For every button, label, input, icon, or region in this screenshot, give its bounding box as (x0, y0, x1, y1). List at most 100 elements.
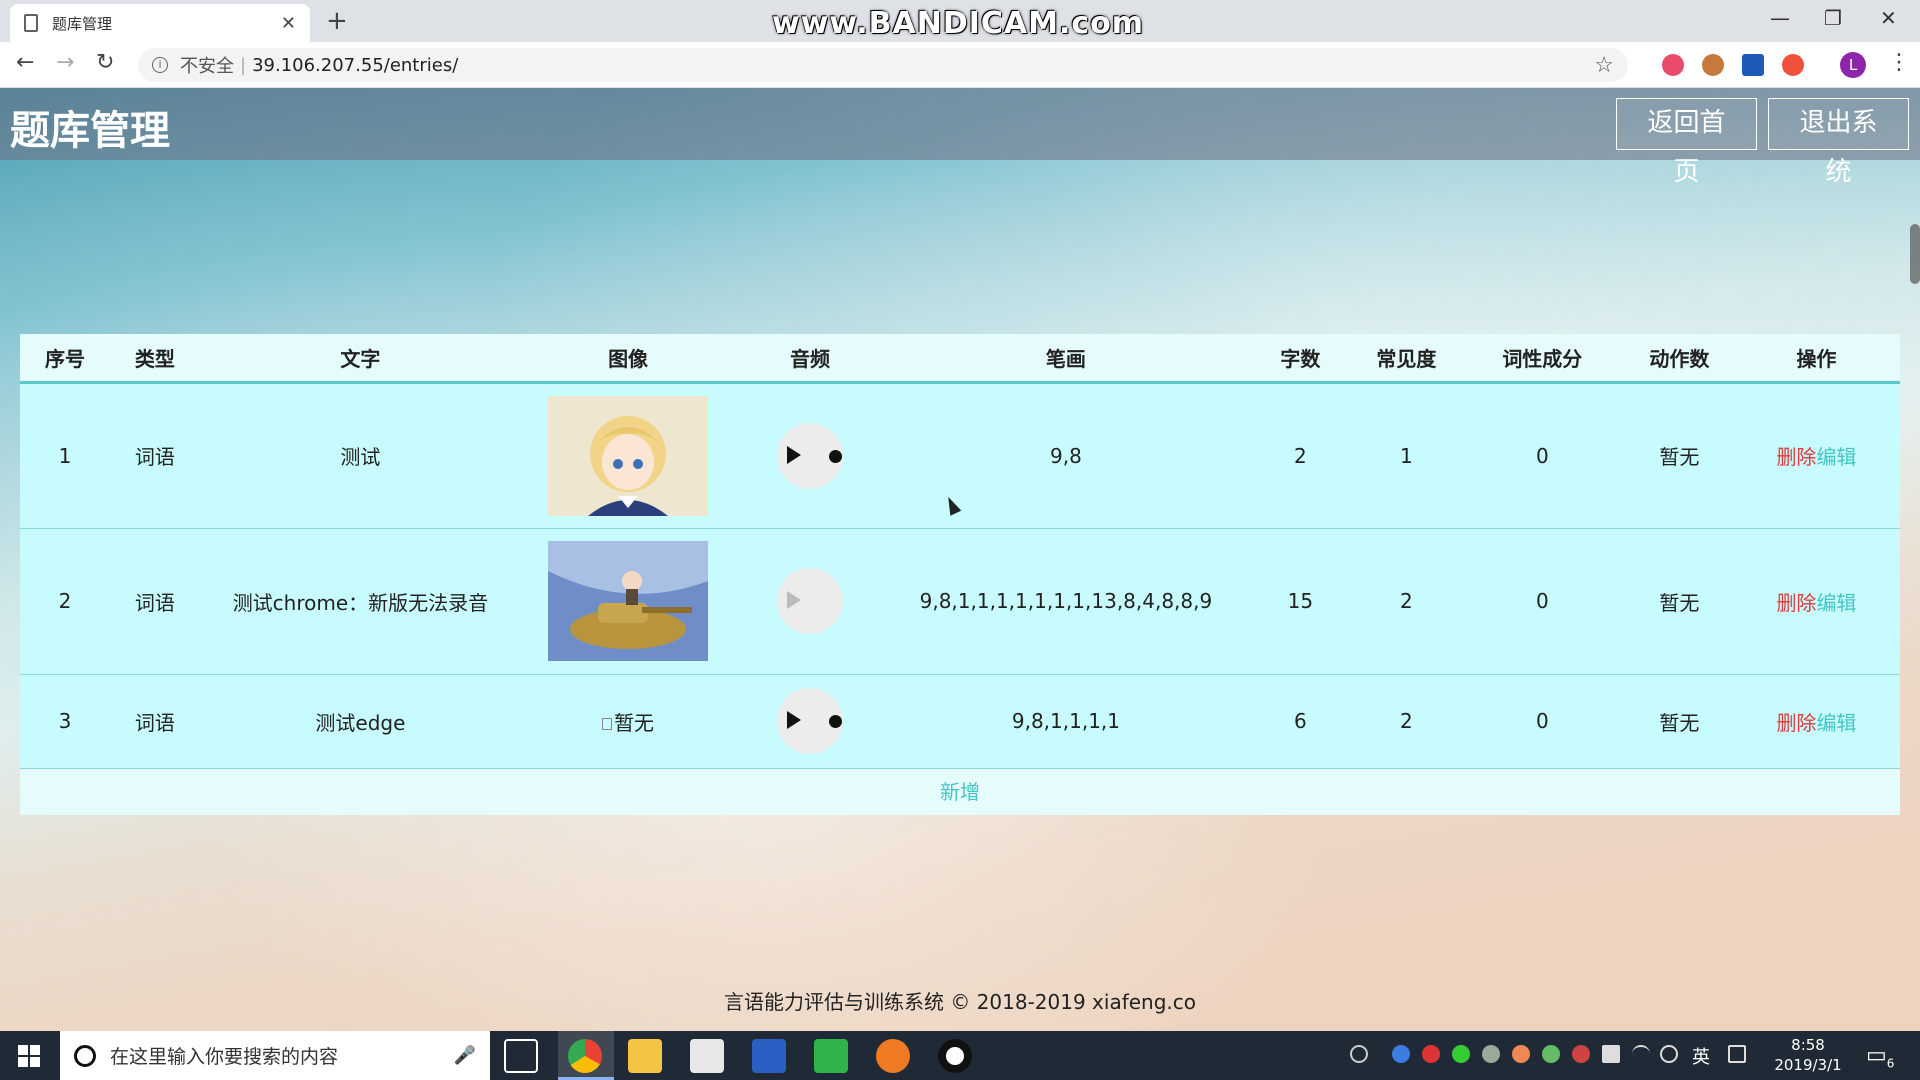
mail-icon[interactable] (690, 1039, 724, 1073)
record-icon[interactable] (829, 449, 843, 463)
security-shield-icon[interactable] (1422, 1045, 1440, 1063)
site-header: 题库管理 返回首页 退出系统 (0, 88, 1920, 187)
wifi-icon[interactable] (1632, 1045, 1650, 1063)
windows-start-icon[interactable] (18, 1045, 40, 1067)
keyboard-grid-icon[interactable] (1728, 1045, 1746, 1063)
home-button[interactable]: 返回首页 (1616, 98, 1757, 187)
cell-type: 词语 (109, 528, 200, 675)
entry-image-anime-girl (548, 395, 709, 516)
cell-index: 3 (20, 674, 110, 769)
cell-text: 测试 (199, 382, 522, 529)
back-icon[interactable]: ← (16, 50, 34, 75)
cell-actions: 暂无 (1625, 674, 1733, 769)
omnibox[interactable]: i 不安全 | 39.106.207.55/entries/ ☆ (138, 48, 1628, 82)
security-label: 不安全 (180, 56, 234, 77)
forward-icon[interactable]: → (56, 50, 74, 75)
col-header: 文字 (199, 334, 522, 384)
extension-blue-icon[interactable] (1742, 54, 1764, 76)
tray-green-icon[interactable] (1452, 1045, 1470, 1063)
taskbar-search-placeholder: 在这里输入你要搜索的内容 (110, 1046, 339, 1068)
cell-frequency: 1 (1353, 382, 1459, 529)
page-viewport: 题库管理 返回首页 退出系统 序号 类型 文字 图像 音频 笔画 字数 常见度 … (0, 88, 1920, 1031)
microphone-icon[interactable]: 🎤 (454, 1045, 476, 1066)
logout-button[interactable]: 退出系统 (1768, 98, 1909, 187)
col-header: 词性成分 (1458, 334, 1626, 384)
tray-speaker-icon[interactable] (1512, 1045, 1530, 1063)
col-header: 类型 (109, 334, 200, 384)
audio-player[interactable] (777, 688, 844, 754)
edit-link[interactable]: 编辑 (1816, 445, 1856, 469)
tray-app-icon[interactable] (1392, 1045, 1410, 1063)
powershell-icon[interactable] (752, 1039, 786, 1073)
col-header: 音频 (735, 334, 885, 384)
extension-pin-icon[interactable] (1782, 54, 1804, 76)
edit-link[interactable]: 编辑 (1816, 711, 1856, 735)
extension-t-icon[interactable] (1662, 54, 1684, 76)
address-toolbar: ← → ↻ i 不安全 | 39.106.207.55/entries/ ☆ L… (0, 42, 1920, 88)
cell-char-count: 2 (1246, 382, 1354, 529)
tray-drive-icon[interactable] (1482, 1045, 1500, 1063)
battery-icon[interactable] (1602, 1045, 1620, 1063)
cell-audio (735, 382, 885, 529)
col-header: 字数 (1246, 334, 1354, 384)
notification-center-icon[interactable]: ▭6 (1866, 1043, 1894, 1070)
cell-image (521, 382, 736, 529)
scrollbar-thumb[interactable] (1910, 224, 1920, 284)
chrome-icon[interactable] (568, 1039, 602, 1073)
menu-kebab-icon[interactable]: ⋮ (1888, 50, 1910, 75)
task-view-icon[interactable] (504, 1039, 538, 1073)
record-icon[interactable] (829, 715, 843, 728)
close-window-icon[interactable]: ✕ (1880, 6, 1897, 30)
delete-link[interactable]: 删除 (1776, 445, 1816, 469)
taskbar-search-box[interactable]: 在这里输入你要搜索的内容 🎤 (60, 1031, 490, 1080)
extension-cookie-icon[interactable] (1702, 54, 1724, 76)
profile-avatar[interactable]: L (1840, 52, 1866, 78)
firefox-icon[interactable] (876, 1039, 910, 1073)
url-text[interactable]: 39.106.207.55/entries/ (252, 55, 458, 76)
col-header: 序号 (20, 334, 110, 384)
delete-link[interactable]: 删除 (1776, 591, 1816, 615)
col-header: 图像 (521, 334, 736, 384)
delete-link[interactable]: 删除 (1776, 711, 1816, 735)
cell-pos: 0 (1458, 382, 1626, 529)
recorder-watermark: www.BANDICAM.com (772, 6, 1145, 41)
entries-table: 序号 类型 文字 图像 音频 笔画 字数 常见度 词性成分 动作数 操作 1 词… (20, 334, 1900, 769)
people-icon[interactable] (1350, 1045, 1368, 1063)
new-tab-icon[interactable]: + (326, 6, 348, 36)
close-tab-icon[interactable]: ✕ (281, 13, 296, 34)
entries-table-container: 序号 类型 文字 图像 音频 笔画 字数 常见度 词性成分 动作数 操作 1 词… (20, 334, 1900, 815)
edit-link[interactable]: 编辑 (1816, 591, 1856, 615)
page-title: 题库管理 (10, 108, 170, 154)
info-icon[interactable]: i (152, 57, 168, 73)
cell-char-count: 15 (1246, 528, 1354, 675)
browser-tab[interactable]: 题库管理 ✕ (10, 4, 310, 42)
play-icon[interactable] (787, 711, 802, 729)
play-icon[interactable] (787, 591, 802, 609)
restore-icon[interactable]: ❐ (1824, 6, 1842, 30)
volume-icon[interactable] (1660, 1045, 1678, 1063)
tray-red-icon[interactable] (1572, 1045, 1590, 1063)
minimize-icon[interactable]: — (1770, 6, 1790, 30)
cell-operations: 删除编辑 (1732, 382, 1900, 529)
cortana-icon[interactable] (74, 1044, 96, 1067)
cell-audio (735, 674, 885, 769)
reload-icon[interactable]: ↻ (96, 50, 114, 75)
windows-taskbar: 在这里输入你要搜索的内容 🎤 英 8:58 2019/3/1 ▭6 (0, 1031, 1920, 1080)
play-icon[interactable] (787, 445, 802, 464)
bandicam-record-icon[interactable] (938, 1039, 972, 1073)
table-row: 1 词语 测试 9,8 2 1 0 暂无 删除编辑 (20, 382, 1900, 529)
cell-strokes: 9,8 (885, 382, 1247, 529)
add-entry-link[interactable]: 新增 (20, 768, 1900, 815)
col-header: 笔画 (885, 334, 1247, 384)
file-explorer-icon[interactable] (628, 1039, 662, 1073)
nvidia-icon[interactable] (1542, 1045, 1560, 1063)
table-row: 2 词语 测试chrome：新版无法录音 9,8,1,1,1,1,1,1,1,1… (20, 528, 1900, 675)
col-header: 操作 (1732, 334, 1900, 384)
taskbar-clock[interactable]: 8:58 2019/3/1 (1768, 1035, 1848, 1075)
ime-indicator[interactable]: 英 (1692, 1043, 1710, 1069)
audio-player[interactable] (777, 422, 844, 489)
bookmark-star-icon[interactable]: ☆ (1594, 53, 1614, 78)
hbuilder-icon[interactable] (814, 1039, 848, 1073)
audio-player-disabled[interactable] (777, 568, 844, 634)
footer-copyright: 言语能力评估与训练系统 © 2018-2019 xiafeng.co (723, 990, 1197, 1014)
